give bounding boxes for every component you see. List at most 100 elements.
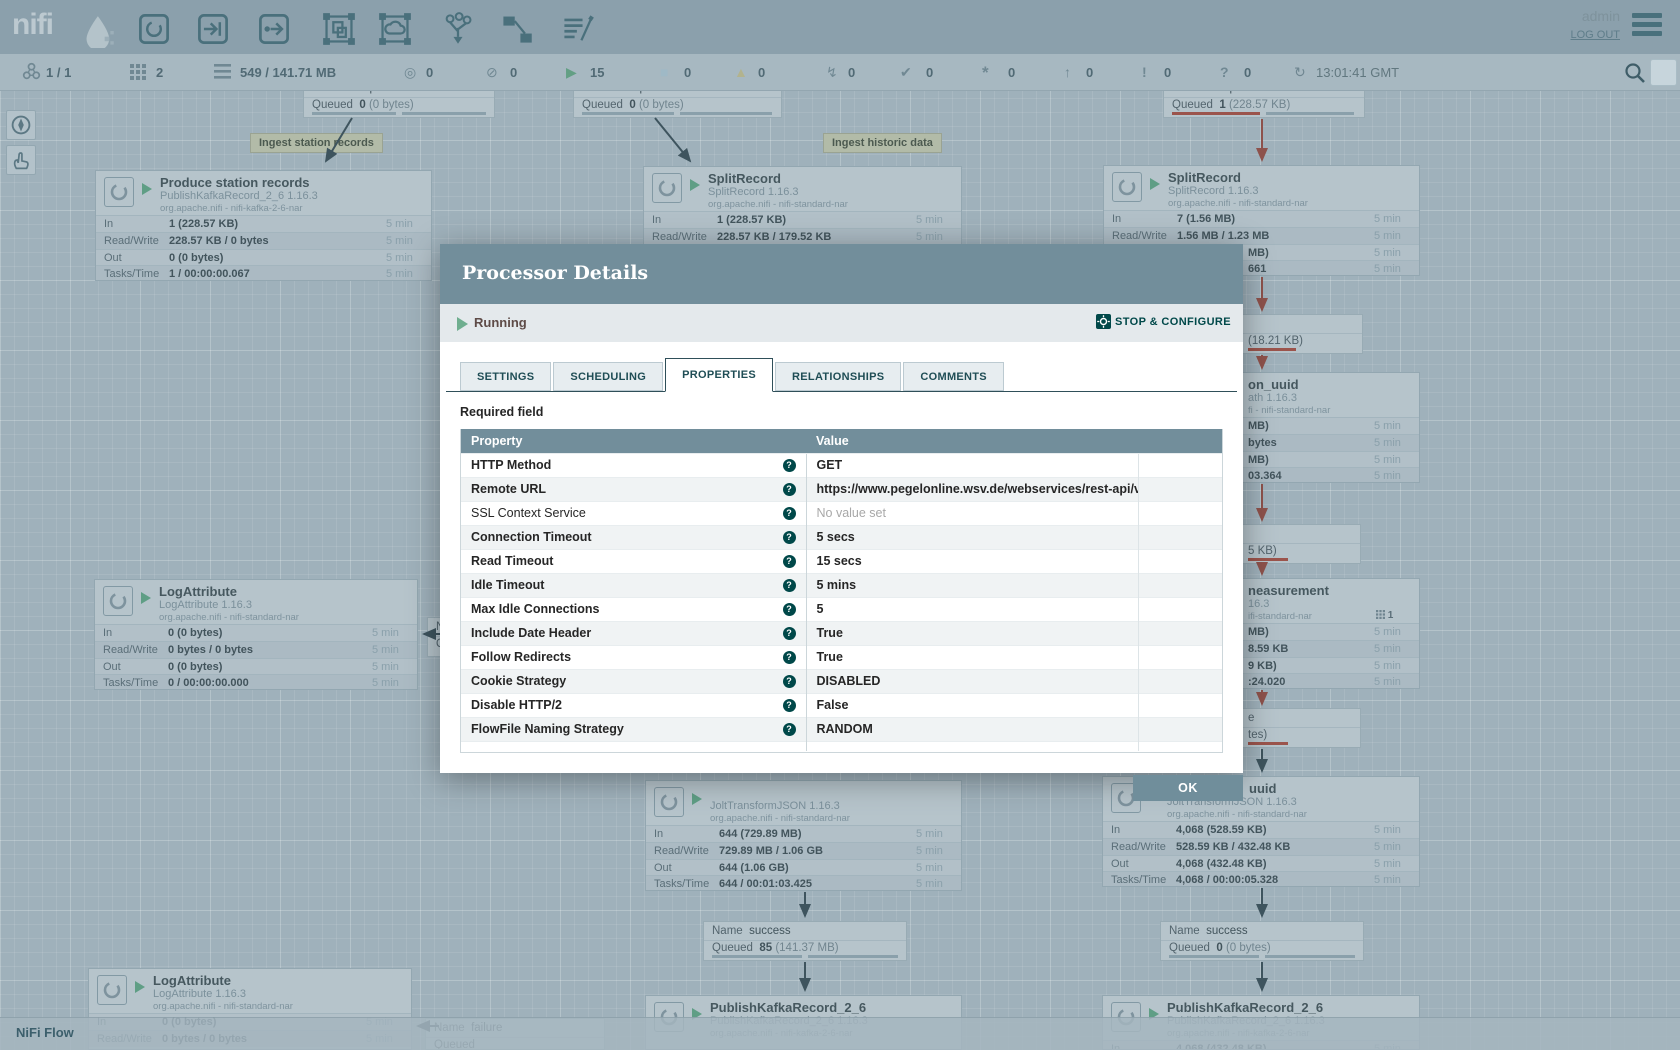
help-icon: ? — [783, 723, 796, 736]
processor-icon — [104, 177, 134, 207]
navigate-palette-button[interactable] — [6, 110, 36, 140]
processor[interactable]: Produce station recordsPublishKafkaRecor… — [95, 170, 432, 281]
ok-button[interactable]: OK — [1133, 775, 1243, 801]
funnel-icon[interactable] — [441, 12, 475, 46]
property-value[interactable]: True — [806, 621, 1138, 645]
property-value[interactable]: No value set — [806, 501, 1138, 525]
modified-stale-count: 0 — [1164, 54, 1171, 91]
property-row[interactable]: Include Date Header?True — [461, 621, 1223, 645]
search-icon[interactable] — [1622, 60, 1648, 86]
sync-failure-icon: ? — [1220, 54, 1229, 91]
queue-bar — [1169, 955, 1259, 958]
stat-row: Read/Write1.56 MB / 1.23 MB5 min — [1104, 227, 1419, 244]
property-value[interactable]: True — [806, 645, 1138, 669]
stop-and-configure-button[interactable]: STOP & CONFIGURE — [1096, 314, 1231, 329]
column-header-value: Value — [806, 429, 1138, 453]
property-row[interactable]: Idle Timeout?5 mins — [461, 573, 1223, 597]
help-icon: ? — [783, 483, 796, 496]
stat-row: In7 (1.56 MB)5 min — [1104, 210, 1419, 227]
remote-process-group-icon[interactable] — [378, 12, 412, 46]
stat-row: In1 (228.57 KB)5 min — [644, 211, 961, 228]
processor-type: 16.3 — [1248, 598, 1269, 610]
running-icon: ▶ — [566, 54, 577, 91]
column-header-empty — [1138, 429, 1223, 453]
threads-count: 2 — [156, 54, 163, 91]
processor-icon[interactable] — [137, 12, 171, 46]
queue-bar — [312, 112, 396, 115]
processor-name: uuid — [1249, 781, 1276, 796]
settings-button[interactable] — [1650, 59, 1677, 86]
flow-label[interactable]: Ingest historic data — [823, 133, 942, 153]
property-row[interactable]: Connection Timeout?5 secs — [461, 525, 1223, 549]
processor-details-dialog: Processor Details Running STOP & CONFIGU… — [440, 244, 1243, 773]
property-value[interactable]: 5 secs — [806, 525, 1138, 549]
stat-row: Read/Write228.57 KB / 0 bytes5 min — [96, 232, 431, 249]
processor[interactable]: LogAttributeLogAttribute 1.16.3org.apach… — [94, 579, 418, 690]
property-row[interactable]: Cookie Strategy?DISABLED — [461, 669, 1223, 693]
stopped-icon: ■ — [660, 54, 668, 91]
property-value[interactable]: False — [806, 693, 1138, 717]
tab-comments[interactable]: COMMENTS — [903, 362, 1004, 391]
processor-bundle: org.apache.nifi - nifi-standard-nar — [1167, 809, 1307, 820]
connection-queued: Queued 1 (228.57 KB) — [1172, 99, 1290, 111]
queue-bar — [402, 112, 486, 115]
property-value[interactable]: https://www.pegelonline.wsv.de/webservic… — [806, 477, 1138, 501]
output-port-icon[interactable] — [257, 12, 291, 46]
tab-relationships[interactable]: RELATIONSHIPS — [775, 362, 901, 391]
up-to-date-icon: ✔ — [900, 54, 912, 91]
property-value[interactable]: 15 secs — [806, 549, 1138, 573]
processor-name: neasurement — [1248, 583, 1329, 598]
property-value[interactable]: DISABLED — [806, 669, 1138, 693]
property-value[interactable]: 5 — [806, 597, 1138, 621]
property-row[interactable]: Remote URL?https://www.pegelonline.wsv.d… — [461, 477, 1223, 501]
processor[interactable]: JoltTransformJSON 1.16.3org.apache.nifi … — [645, 780, 962, 891]
sync-failure-count: 0 — [1244, 54, 1251, 91]
property-row[interactable]: SSL Context Service?No value set — [461, 501, 1223, 525]
tab-properties[interactable]: PROPERTIES — [665, 358, 773, 392]
refresh-icon[interactable]: ↻ — [1294, 54, 1306, 91]
help-icon: ? — [783, 675, 796, 688]
process-group-icon[interactable] — [322, 12, 356, 46]
template-icon[interactable] — [500, 12, 534, 46]
stat-row: In4,068 (528.59 KB)5 min — [1103, 821, 1419, 838]
logout-link[interactable]: LOG OUT — [1570, 29, 1620, 41]
property-row[interactable]: Read Timeout?15 secs — [461, 549, 1223, 573]
breadcrumb[interactable]: NiFi Flow — [16, 1025, 74, 1040]
help-icon: ? — [783, 507, 796, 520]
global-menu-icon[interactable] — [1632, 13, 1662, 40]
threads-badge: 1 — [1376, 610, 1393, 621]
processor-bundle: fi - nifi-standard-nar — [1248, 405, 1330, 416]
operate-palette-button[interactable] — [6, 145, 36, 175]
queue-bar — [1248, 558, 1288, 561]
stat-row: Tasks/Time4,068 / 00:00:05.3285 min — [1103, 871, 1419, 887]
property-row[interactable]: HTTP Method?GET — [461, 453, 1223, 477]
property-row[interactable]: FlowFile Naming Strategy?RANDOM — [461, 717, 1223, 741]
label-fragment: e — [1248, 712, 1254, 724]
property-row[interactable]: Disable HTTP/2?False — [461, 693, 1223, 717]
label-fragment: (18.21 KB) — [1248, 335, 1303, 347]
queue-bar — [680, 112, 772, 115]
property-row[interactable]: Follow Redirects?True — [461, 645, 1223, 669]
connection-name: Name success — [712, 925, 791, 937]
connection-label[interactable]: Name successQueued 0 (0 bytes) — [1160, 921, 1364, 961]
connection-name: Name success — [1169, 925, 1248, 937]
cluster-count: 1 / 1 — [46, 54, 71, 91]
property-value[interactable]: 5 mins — [806, 573, 1138, 597]
property-value[interactable]: RANDOM — [806, 717, 1138, 741]
cluster-icon — [22, 54, 41, 91]
label-icon[interactable] — [561, 12, 595, 46]
input-port-icon[interactable] — [196, 12, 230, 46]
flow-label[interactable]: Ingest station records — [250, 133, 383, 153]
tab-scheduling[interactable]: SCHEDULING — [553, 362, 663, 391]
up-to-date-count: 0 — [926, 54, 933, 91]
property-row[interactable]: Max Idle Connections?5 — [461, 597, 1223, 621]
tab-settings[interactable]: SETTINGS — [460, 362, 551, 391]
stat-row: In0 (0 bytes)5 min — [95, 624, 417, 641]
nifi-logo-drop-icon — [82, 14, 116, 48]
connection-label[interactable]: Name successQueued 85 (141.37 MB) — [703, 921, 907, 961]
processor-type: PublishKafkaRecord_2_6 1.16.3 — [160, 190, 318, 202]
processor-name: LogAttribute — [153, 973, 231, 988]
processor-bundle: ifi-standard-nar — [1248, 611, 1312, 622]
property-value[interactable]: GET — [806, 453, 1138, 477]
processor-bundle: org.apache.nifi - nifi-standard-nar — [1168, 198, 1308, 209]
